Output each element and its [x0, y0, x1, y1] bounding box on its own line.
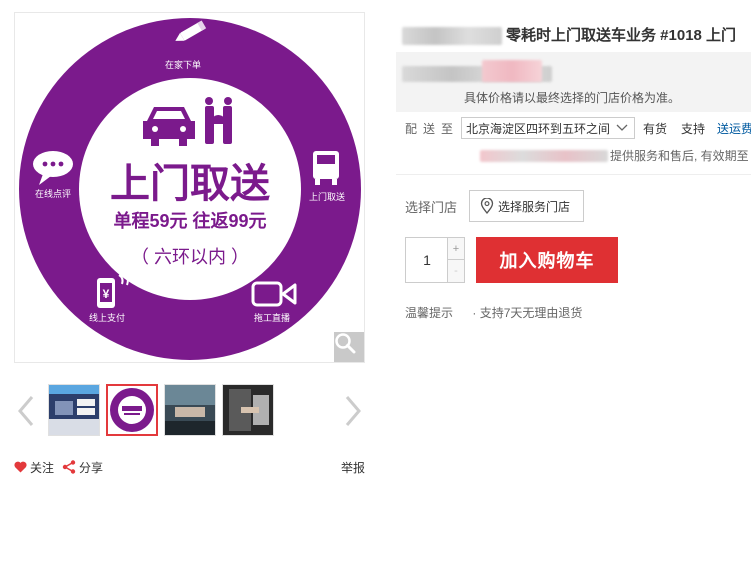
service-row: 提供服务和售后, 有效期至 [480, 147, 749, 164]
location-pin-icon [480, 198, 494, 214]
thumbnail-2-image [108, 386, 156, 434]
redacted-title-prefix [402, 27, 502, 46]
quantity-stepper: + - [405, 237, 465, 283]
price-note: 具体价格请以最终选择的门店价格为准。 [464, 91, 681, 105]
thumbnail-list [48, 384, 274, 436]
thumb-prev-arrow[interactable] [14, 391, 38, 431]
tips-row: 温馨提示 · 支持7天无理由退货 [405, 304, 582, 321]
service-text: 提供服务和售后, 有效期至 [610, 149, 749, 163]
magnifier-icon [335, 333, 356, 354]
ring-label-bottom-right: 拖工直播 [254, 312, 290, 323]
address-select[interactable]: 北京海淀区四环到五环之间 [461, 117, 636, 139]
stock-status: 有货 [643, 121, 668, 136]
product-title-text: 零耗时上门取送车业务 #1018 上门 [506, 27, 737, 44]
product-title: 零耗时上门取送车业务 #1018 上门 [402, 24, 737, 46]
price-box: 具体价格请以最终选择的门店价格为准。 [396, 52, 751, 112]
zoom-button[interactable] [334, 332, 364, 362]
thumbnail-3-image [165, 385, 215, 435]
quantity-decrease-button[interactable]: - [447, 260, 464, 282]
product-page: 在家下单 在线点评 上门取送 ¥ 线上支付 拖工直播 上门取送 单程59元 往返… [0, 0, 751, 564]
hero-graphic: 在家下单 在线点评 上门取送 ¥ 线上支付 拖工直播 上门取送 单程59元 往返… [19, 18, 361, 360]
chevron-right-icon [345, 396, 361, 426]
store-label: 选择门店 [405, 199, 458, 215]
redacted-service-provider [480, 149, 608, 162]
tips-text: · 支持7天无理由退货 [472, 306, 583, 320]
follow-button[interactable]: 关注 [14, 459, 54, 476]
delivery-label: 配送至 [405, 121, 460, 136]
report-link[interactable]: 举报 [341, 459, 365, 476]
thumbnail-2-selected[interactable] [106, 384, 158, 436]
thumbnail-4[interactable] [222, 384, 274, 436]
main-product-image[interactable]: 在家下单 在线点评 上门取送 ¥ 线上支付 拖工直播 上门取送 单程59元 往返… [14, 12, 365, 363]
redacted-price-value [482, 60, 542, 82]
shipping-fee-link[interactable]: 送运费 [717, 120, 751, 137]
follow-label: 关注 [30, 460, 55, 475]
thumbnail-strip [14, 383, 365, 439]
select-store-label: 选择服务门店 [498, 199, 571, 214]
chevron-down-icon [616, 124, 628, 131]
hero-center-title: 上门取送 [110, 162, 270, 206]
thumbnail-1-image [49, 385, 99, 435]
social-actions: 关注 分享 举报 [14, 458, 365, 476]
ring-label-bottom-left: 线上支付 [89, 312, 125, 323]
select-store-button[interactable]: 选择服务门店 [469, 190, 585, 222]
svg-text:¥: ¥ [103, 287, 110, 301]
thumbnail-4-image [223, 385, 273, 435]
heart-icon [14, 461, 27, 473]
add-to-cart-button[interactable]: 加入购物车 [476, 237, 618, 283]
share-icon [62, 460, 76, 474]
store-row: 选择门店 选择服务门店 [405, 190, 585, 222]
divider [396, 174, 751, 175]
hero-range-line: （ 六环以内 ） [131, 247, 249, 267]
thumbnail-1[interactable] [48, 384, 100, 436]
quantity-increase-button[interactable]: + [447, 238, 464, 260]
tips-label: 温馨提示 [405, 306, 454, 320]
ring-label-right: 上门取送 [309, 191, 345, 202]
delivery-row: 配送至 北京海淀区四环到五环之间 有货 支持 送运费 [405, 117, 751, 139]
chevron-left-icon [18, 396, 34, 426]
ring-label-left: 在线点评 [35, 188, 71, 199]
delivery-support: 支持 [681, 121, 706, 136]
address-value: 北京海淀区四环到五环之间 [466, 121, 611, 136]
thumbnail-3[interactable] [164, 384, 216, 436]
thumb-next-arrow[interactable] [341, 391, 365, 431]
share-button[interactable]: 分享 [62, 459, 103, 476]
share-label: 分享 [79, 460, 104, 475]
ring-label-top: 在家下单 [165, 59, 201, 70]
quantity-input[interactable] [406, 238, 448, 282]
hero-price-line: 单程59元 往返99元 [113, 210, 266, 231]
